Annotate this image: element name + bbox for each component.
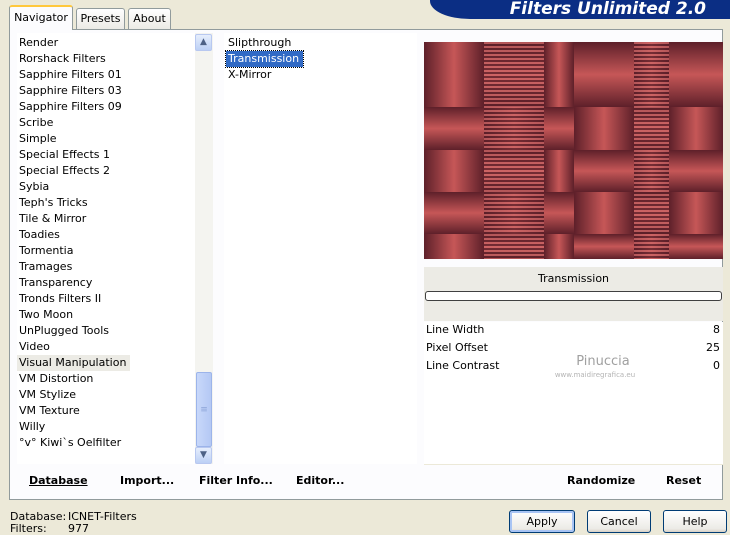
category-item[interactable]: Toadies [17,227,213,243]
category-item[interactable]: Teph's Tricks [17,195,213,211]
database-button[interactable]: Database [29,474,88,487]
category-item[interactable]: UnPlugged Tools [17,323,213,339]
scroll-down-button[interactable]: ▼ [195,447,212,464]
preview-stripe-tile [634,234,669,259]
category-item[interactable]: Special Effects 2 [17,163,213,179]
import-button[interactable]: Import... [120,474,174,487]
category-item[interactable]: Sapphire Filters 03 [17,83,213,99]
filter-item[interactable]: X-Mirror [226,67,417,83]
preview-tile [574,150,634,192]
progress-bar [425,291,722,301]
category-item[interactable]: Visual Manipulation [17,355,131,371]
watermark-url: www.maidiregrafica.eu [554,371,636,379]
category-item[interactable]: Willy [17,419,213,435]
filter-list[interactable]: Slipthrough Transmission X-Mirror [224,33,417,464]
preview-stripe-tile [634,192,669,234]
preview-tile [544,42,574,107]
preview-tile [424,42,484,107]
preview-tile [669,150,723,192]
preview-stripe-tile [634,107,669,150]
category-item[interactable]: Two Moon [17,307,213,323]
preview-tile [544,107,574,150]
status-filters-label: Filters: [10,522,47,535]
category-item[interactable]: Tile & Mirror [17,211,213,227]
category-list[interactable]: Render Rorshack Filters Sapphire Filters 0… [17,33,213,464]
editor-button[interactable]: Editor... [296,474,344,487]
preview-tile [424,150,484,192]
filters-unlimited-logo: Filters Unlimited 2.0 [430,0,730,19]
grip-icon: ≡ [200,404,208,415]
preview-stripe-tile [484,42,544,107]
chevron-up-icon: ▲ [200,37,207,47]
preview-tile [424,234,484,259]
param-row-empty [424,412,723,431]
preview-tile [544,234,574,259]
preview-tile [544,192,574,234]
filter-preview [424,42,723,259]
param-value[interactable]: 25 [706,341,720,354]
param-value[interactable]: 0 [713,359,720,372]
help-button[interactable]: Help [663,510,727,533]
tab-navigator[interactable]: Navigator [9,5,73,30]
preview-tile [669,107,723,150]
scrollbar-thumb[interactable]: ≡ [196,372,212,447]
category-item[interactable]: Sybia [17,179,213,195]
category-item[interactable]: Sapphire Filters 01 [17,67,213,83]
tab-about[interactable]: About [128,8,171,29]
filter-item[interactable]: Slipthrough [226,35,417,51]
param-row-empty [424,448,723,465]
param-row-empty [424,430,723,449]
preview-stripe-tile [634,150,669,192]
preview-tile [669,192,723,234]
preview-stripe-tile [634,42,669,107]
param-label: Line Width [426,323,485,336]
chevron-down-icon: ▼ [200,450,207,460]
preview-stripe-tile [484,107,544,150]
filter-name-label: Transmission [537,272,610,285]
preview-tile [574,42,634,107]
category-item[interactable]: Tramages [17,259,213,275]
cancel-button[interactable]: Cancel [587,510,651,533]
randomize-button[interactable]: Randomize [567,474,635,487]
preview-stripe-tile [484,150,544,192]
param-row-empty [424,394,723,413]
filter-info-button[interactable]: Filter Info... [199,474,273,487]
category-item[interactable]: VM Texture [17,403,213,419]
watermark-name: Pinuccia [576,354,630,369]
param-value[interactable]: 8 [713,323,720,336]
preview-tile [669,42,723,107]
category-item[interactable]: VM Stylize [17,387,213,403]
param-label: Line Contrast [426,359,500,372]
category-item[interactable]: Video [17,339,213,355]
category-item[interactable]: Simple [17,131,213,147]
preview-tile [544,150,574,192]
filter-name-panel: Transmission [424,267,723,321]
preview-stripe-tile [484,192,544,234]
scroll-up-button[interactable]: ▲ [195,34,212,51]
category-item[interactable]: Scribe [17,115,213,131]
preview-tile [574,192,634,234]
preview-tile [574,107,634,150]
param-row-line-width[interactable]: Line Width 8 [424,322,723,341]
preview-tile [574,234,634,259]
tab-presets[interactable]: Presets [76,8,125,29]
preview-tile [424,192,484,234]
category-item[interactable]: Tormentia [17,243,213,259]
filter-item[interactable]: Transmission [224,50,305,68]
preview-tile [424,107,484,150]
reset-button[interactable]: Reset [666,474,701,487]
category-item[interactable]: °v° Kiwi`s Oelfilter [17,435,213,451]
category-item[interactable]: Rorshack Filters [17,51,213,67]
status-filters-value: 977 [68,522,89,535]
preview-stripe-tile [484,234,544,259]
category-item[interactable]: Special Effects 1 [17,147,213,163]
preview-tile [669,234,723,259]
param-label: Pixel Offset [426,341,488,354]
apply-button[interactable]: Apply [509,510,575,533]
category-item[interactable]: VM Distortion [17,371,213,387]
category-item[interactable]: Transparency [17,275,213,291]
category-item[interactable]: Sapphire Filters 09 [17,99,213,115]
category-item[interactable]: Tronds Filters II [17,291,213,307]
category-item[interactable]: Render [17,35,213,51]
